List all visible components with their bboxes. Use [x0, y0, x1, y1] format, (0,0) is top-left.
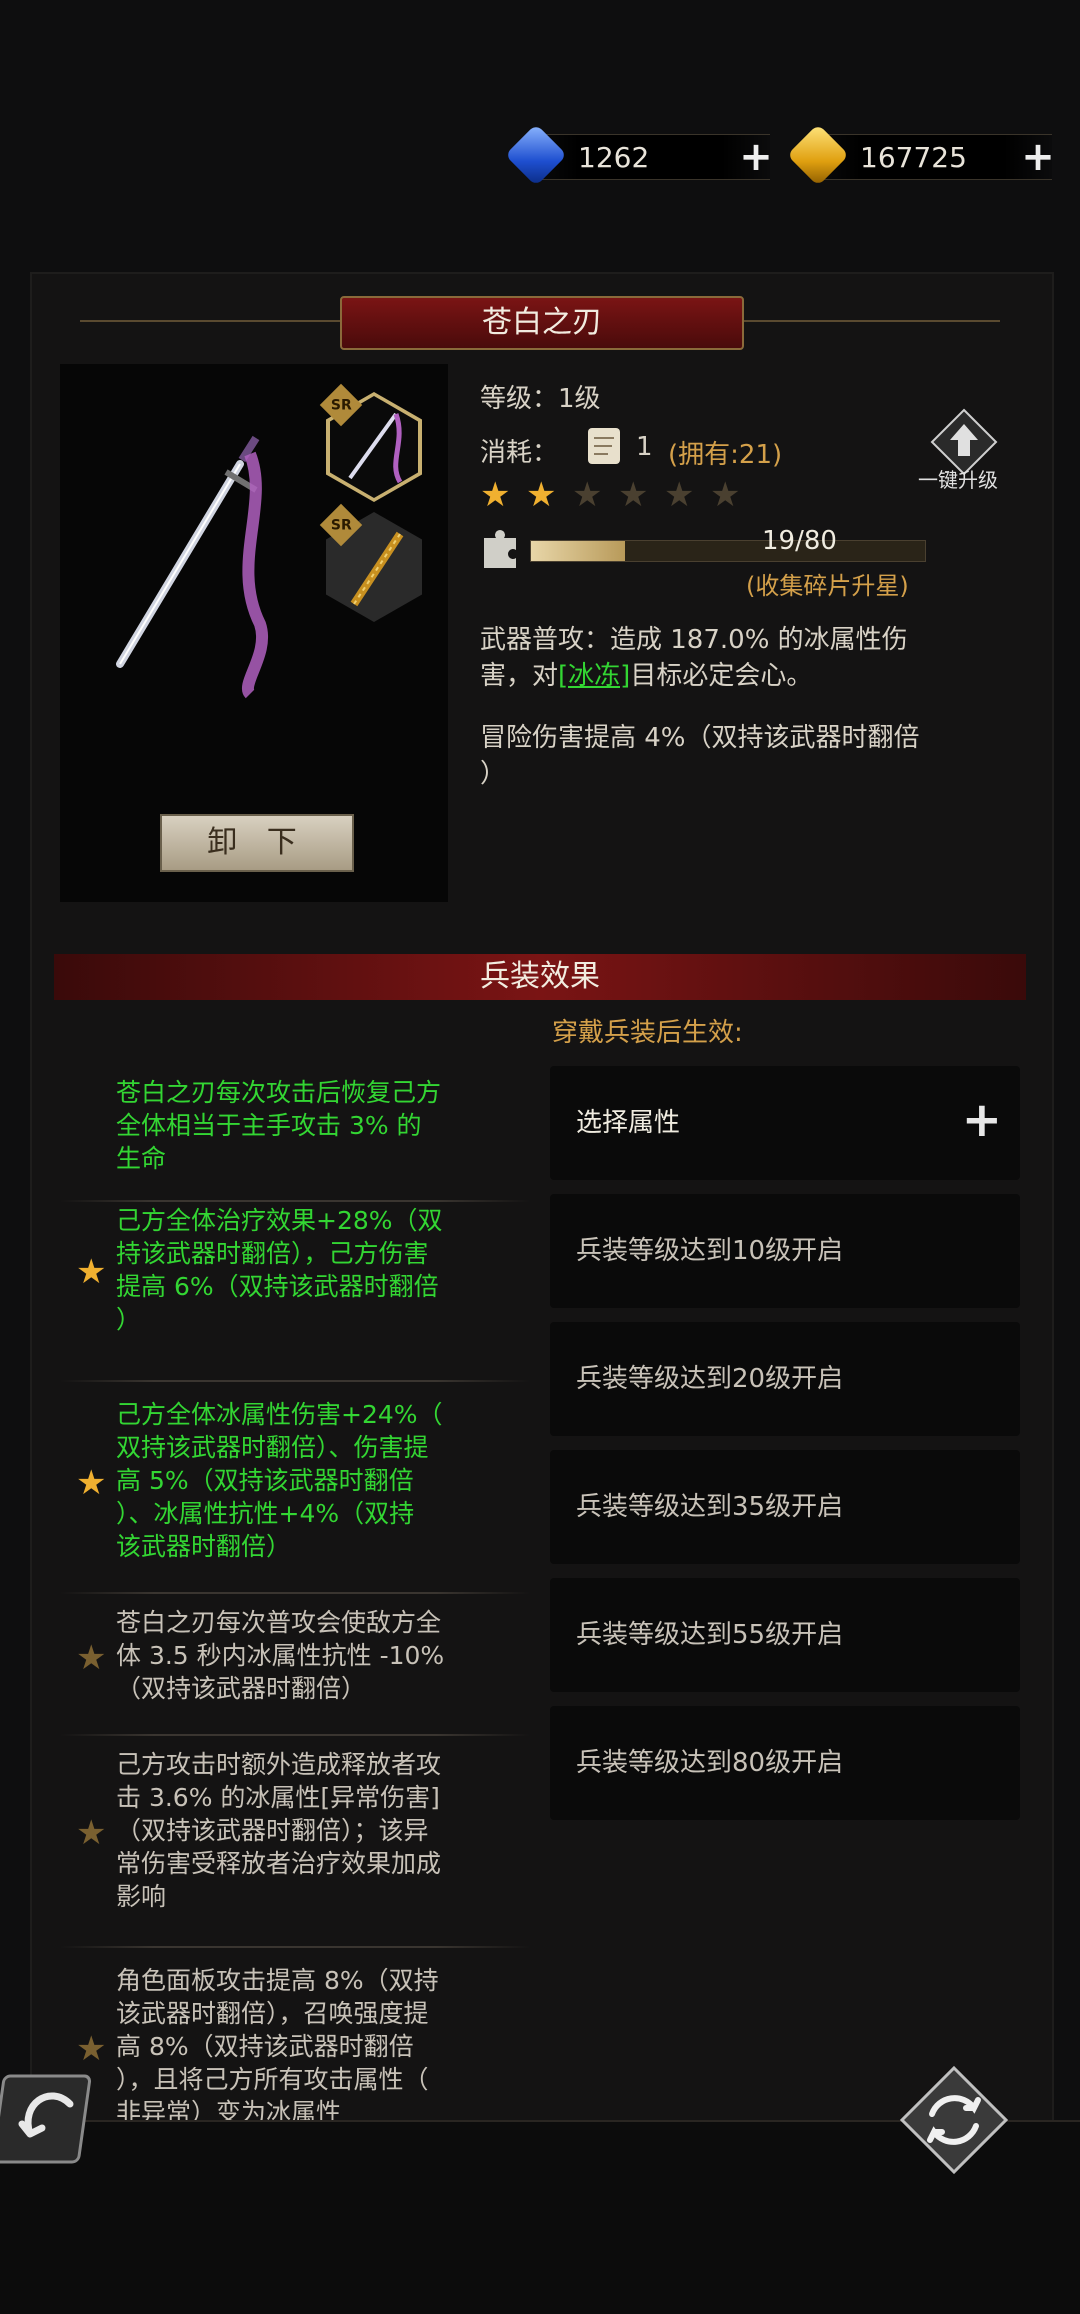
effect-line: 生命: [116, 1144, 167, 1173]
gem-count: 1262: [578, 141, 650, 174]
effect-line: 高 8%（双持该武器时翻倍: [116, 2032, 414, 2061]
effect-line: 高 5%（双持该武器时翻倍: [116, 1466, 414, 1495]
level-label: 等级：: [480, 384, 559, 414]
effect-line: 苍白之刃每次攻击后恢复己方: [116, 1078, 442, 1107]
effect-line: 己方全体治疗效果+28%（双: [116, 1206, 443, 1235]
desc-line-2: 害，对[冰冻]目标必定会心。: [480, 658, 1040, 694]
effect-line: 影响: [116, 1882, 167, 1911]
effect-description: 角色面板攻击提高 8%（双持 该武器时翻倍），召唤强度提高 8%（双持该武器时翻倍…: [116, 1964, 586, 2129]
effect-line: 击 3.6% 的冰属性[异常伤害]: [116, 1783, 440, 1812]
effect-line: 己方攻击时额外造成释放者攻: [116, 1750, 442, 1779]
effect-star-icon: ★: [76, 1637, 107, 1678]
add-gems-button[interactable]: +: [736, 137, 776, 177]
weapon-title: 苍白之刃: [340, 296, 744, 350]
bonus-line-2: ）: [480, 759, 507, 789]
fragment-progress-text: 19/80: [762, 526, 837, 556]
collect-hint: (收集碎片升星): [746, 572, 909, 600]
effect-line: 苍白之刃每次普攻会使敌方全: [116, 1608, 442, 1637]
star-empty-icon: ★: [710, 475, 741, 515]
effects-header: 兵装效果: [54, 954, 1026, 1000]
effect-divider: [60, 1200, 530, 1202]
effect-description: 苍白之刃每次攻击后恢复己方 全体相当于主手攻击 3% 的生命: [116, 1076, 586, 1175]
freeze-keyword-link[interactable]: [冰冻]: [558, 661, 630, 691]
effect-divider: [60, 1734, 530, 1736]
one-click-upgrade-button[interactable]: 一键升级: [918, 464, 998, 493]
effect-line: 全体相当于主手攻击 3% 的: [116, 1111, 422, 1140]
weapon-attack-description: 武器普攻：造成 187.0% 的冰属性伤 害，对[冰冻]目标必定会心。: [480, 622, 1040, 694]
level-row: 等级：1级: [480, 378, 601, 415]
slot-label: 选择属性: [576, 1108, 681, 1138]
star-empty-icon: ★: [664, 475, 695, 515]
effect-divider: [60, 1946, 530, 1948]
locked-attribute-slot: 兵装等级达到35级开启: [550, 1450, 1020, 1564]
puzzle-piece-icon: [484, 530, 516, 568]
effect-line: 常伤害受释放者治疗效果加成: [116, 1849, 442, 1878]
effect-line: 该武器时翻倍），召唤强度提: [116, 1999, 429, 2028]
back-arrow-icon[interactable]: [0, 2064, 110, 2174]
wear-hint: 穿戴兵装后生效:: [552, 1018, 743, 1048]
effect-line: 角色面板攻击提高 8%（双持: [116, 1966, 439, 1995]
desc-line-1: 武器普攻：造成 187.0% 的冰属性伤: [480, 625, 908, 655]
locked-attribute-slot: 兵装等级达到55级开启: [550, 1578, 1020, 1692]
swap-refresh-icon[interactable]: [898, 2064, 1008, 2174]
effect-line: （双持该武器时翻倍）；该异: [116, 1816, 429, 1845]
star-empty-icon: ★: [572, 475, 603, 515]
effect-star-icon: ★: [76, 1462, 107, 1503]
star-filled-icon: ★: [480, 475, 511, 515]
locked-attribute-slot: 兵装等级达到20级开启: [550, 1322, 1020, 1436]
slot-label: 兵装等级达到10级开启: [576, 1236, 844, 1266]
unequip-button[interactable]: 卸 下: [160, 814, 354, 872]
gem-currency: 1262 +: [504, 123, 773, 187]
gold-currency: 167725 +: [786, 123, 1055, 187]
adventure-bonus: 冒险伤害提高 4%（双持该武器时翻倍 ）: [480, 720, 1040, 792]
effect-line: （双持该武器时翻倍）: [116, 1674, 367, 1703]
level-value: 1级: [558, 384, 601, 414]
scroll-fragment-icon: [588, 428, 620, 464]
select-attribute-slot[interactable]: 选择属性 +: [550, 1066, 1020, 1180]
effect-line: 双持该武器时翻倍）、伤害提: [116, 1433, 429, 1462]
add-attribute-icon[interactable]: +: [962, 1096, 1002, 1144]
effect-line: ），且将己方所有攻击属性（: [116, 2065, 429, 2094]
effect-star-icon: ★: [76, 2028, 107, 2069]
slot-label: 兵装等级达到80级开启: [576, 1748, 844, 1778]
locked-attribute-slot: 兵装等级达到80级开启: [550, 1706, 1020, 1820]
effect-divider: [60, 1592, 530, 1594]
star-filled-icon: ★: [526, 475, 557, 515]
slot-label: 兵装等级达到35级开启: [576, 1492, 844, 1522]
effect-line: 该武器时翻倍）: [116, 1532, 292, 1561]
title-divider-left: [80, 320, 340, 322]
fragment-progress-fill: [531, 541, 625, 561]
effect-line: ）、冰属性抗性+4%（双持: [116, 1499, 415, 1528]
owned-count: (拥有:21): [668, 440, 783, 470]
title-divider-right: [740, 320, 1000, 322]
fragment-progress-bar: [530, 540, 926, 562]
desc-text: 害，对: [480, 661, 559, 691]
gold-count: 167725: [860, 141, 967, 174]
locked-attribute-slot: 兵装等级达到10级开启: [550, 1194, 1020, 1308]
star-empty-icon: ★: [618, 475, 649, 515]
effect-star-icon: ★: [76, 1252, 107, 1292]
bonus-line-1: 冒险伤害提高 4%（双持该武器时翻倍: [480, 723, 920, 753]
effect-description: 己方全体冰属性伤害+24%（ 双持该武器时翻倍）、伤害提高 5%（双持该武器时翻倍…: [116, 1398, 586, 1563]
cost-value: 1: [636, 432, 653, 462]
effect-line: 提高 6%（双持该武器时翻倍: [116, 1272, 439, 1301]
effect-line: 持该武器时翻倍），己方伤害: [116, 1239, 429, 1268]
effect-star-icon: ★: [76, 1812, 107, 1853]
effect-description: 苍白之刃每次普攻会使敌方全体 3.5 秒内冰属性抗性 -10% （双持该武器时翻倍…: [116, 1606, 586, 1705]
effect-divider: [60, 1380, 530, 1382]
effect-line: ）: [116, 1305, 142, 1334]
blue-gem-icon: [504, 123, 568, 187]
add-gold-button[interactable]: +: [1018, 137, 1058, 177]
effect-line: 体 3.5 秒内冰属性抗性 -10%: [116, 1641, 445, 1670]
effect-description: 己方攻击时额外造成释放者攻击 3.6% 的冰属性[异常伤害] （双持该武器时翻倍）…: [116, 1748, 586, 1913]
cost-label: 消耗：: [480, 438, 559, 468]
slot-label: 兵装等级达到55级开启: [576, 1620, 844, 1650]
gold-gem-icon: [786, 123, 850, 187]
desc-text-end: 目标必定会心。: [630, 661, 813, 691]
slot-label: 兵装等级达到20级开启: [576, 1364, 844, 1394]
effect-line: 己方全体冰属性伤害+24%（: [116, 1400, 443, 1429]
effect-description: 己方全体治疗效果+28%（双 持该武器时翻倍），己方伤害 提高 6%（双持该武器时翻…: [116, 1204, 586, 1336]
